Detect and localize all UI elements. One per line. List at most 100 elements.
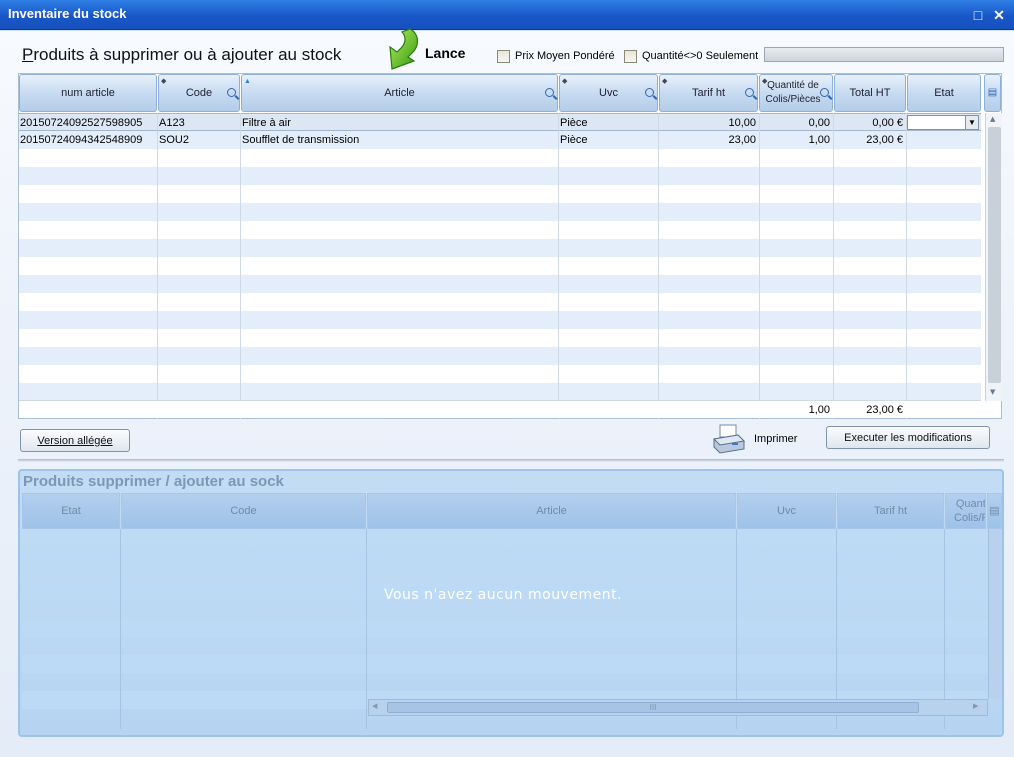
scroll-grip: III (649, 703, 657, 712)
col-header-code[interactable]: ◆ Code (158, 74, 240, 112)
etat-dropdown[interactable]: ▼ (907, 114, 981, 130)
movements-panel: Produits supprimer / ajouter au sock Eta… (18, 469, 1004, 737)
vertical-scrollbar[interactable]: ▲ ▼ (985, 113, 1002, 401)
table-row-background (19, 149, 981, 167)
table-row-background (19, 347, 981, 365)
close-button[interactable]: ✕ (991, 7, 1007, 23)
executer-button[interactable]: Executer les modifications (826, 426, 990, 449)
footer-qty-total: 1,00 (808, 404, 830, 416)
window-titlebar: Inventaire du stock □ ✕ (0, 0, 1014, 30)
panel-col-etat[interactable]: Etat (22, 493, 120, 529)
table-row[interactable]: 20150724092527598905 A123 Filtre à air P… (19, 113, 981, 131)
table-footer: 1,00 23,00 € (19, 400, 981, 418)
search-icon[interactable] (745, 88, 754, 97)
panel-row-background (22, 673, 988, 691)
qty-nonzero-checkbox-label: Quantité<>0 Seulement (642, 50, 759, 62)
scroll-thumb[interactable]: III (387, 702, 919, 713)
cell-total-ht: 23,00 € (866, 134, 903, 146)
panel-column-settings-icon[interactable]: ▤ (987, 493, 1002, 529)
divider (658, 113, 659, 419)
version-allegee-button[interactable]: Version allégée (20, 429, 130, 452)
panel-row-background (22, 547, 988, 565)
cell-code: A123 (159, 117, 185, 129)
scroll-down-icon[interactable]: ▼ (990, 388, 995, 396)
table-row-background (19, 293, 981, 311)
maximize-button[interactable]: □ (970, 7, 986, 23)
panel-title: Produits supprimer / ajouter au sock (23, 473, 284, 490)
table-row-background (19, 275, 981, 293)
search-icon[interactable] (820, 88, 829, 97)
executer-label: Executer les modifications (844, 431, 972, 444)
table-row-background (19, 383, 981, 401)
panel-col-quantite[interactable]: Quantité de Colis/Pièces (945, 493, 986, 529)
sort-icon: ◆ (562, 78, 568, 85)
divider (157, 113, 158, 419)
cell-uvc: Pièce (560, 134, 588, 146)
qty-nonzero-checkbox[interactable] (624, 50, 637, 63)
cell-num-article: 20150724092527598905 (20, 117, 143, 129)
scroll-right-icon[interactable]: ▶ (973, 702, 978, 710)
table-row-background (19, 221, 981, 239)
col-header-article[interactable]: ▲ Article (241, 74, 558, 112)
column-settings-icon[interactable]: ▤ (984, 74, 1001, 112)
col-header-etat[interactable]: Etat (907, 74, 981, 112)
panel-col-tarif[interactable]: Tarif ht (837, 493, 944, 529)
lance-arrow-icon[interactable] (380, 27, 422, 71)
cell-quantite: 1,00 (808, 134, 830, 146)
col-header-tarif-ht[interactable]: ◆ Tarif ht (659, 74, 758, 112)
cell-code: SOU2 (159, 134, 189, 146)
sort-asc-icon: ▲ (244, 78, 251, 85)
divider (366, 529, 367, 729)
footer-total-ht: 23,00 € (866, 404, 903, 416)
scroll-left-icon[interactable]: ◀ (372, 702, 377, 710)
col-header-total-ht[interactable]: Total HT (834, 74, 906, 112)
cell-article: Soufflet de transmission (242, 134, 360, 146)
lance-label[interactable]: Lance (425, 45, 465, 61)
panel-col-code[interactable]: Code (121, 493, 366, 529)
scroll-thumb[interactable] (988, 127, 1001, 383)
splitter[interactable] (18, 459, 1004, 462)
imprimer-link[interactable]: Imprimer (754, 433, 797, 445)
panel-row-background (22, 637, 988, 655)
panel-vertical-scrollbar[interactable] (988, 529, 1002, 699)
cell-tarif-ht: 10,00 (728, 117, 756, 129)
table-row-background (19, 239, 981, 257)
table-row-background (19, 365, 981, 383)
cell-article: Filtre à air (242, 117, 291, 129)
divider (240, 113, 241, 419)
horizontal-scrollbar[interactable]: ◀ III ▶ (368, 699, 988, 716)
table-row-background (19, 329, 981, 347)
panel-row-background (22, 565, 988, 583)
panel-col-uvc[interactable]: Uvc (737, 493, 836, 529)
panel-row-background (22, 655, 988, 673)
cell-tarif-ht: 23,00 (728, 134, 756, 146)
search-icon[interactable] (545, 88, 554, 97)
col-header-uvc[interactable]: ◆ Uvc (559, 74, 658, 112)
divider (120, 529, 121, 729)
sort-icon: ◆ (161, 78, 167, 85)
printer-icon[interactable] (712, 423, 746, 455)
panel-col-article[interactable]: Article (367, 493, 736, 529)
table-row[interactable]: 20150724094342548909 SOU2 Soufflet de tr… (19, 131, 981, 149)
chevron-down-icon[interactable]: ▼ (965, 116, 978, 129)
divider (906, 113, 907, 419)
page-title: Produits à supprimer ou à ajouter au sto… (22, 45, 342, 64)
col-header-quantite[interactable]: ◆ Quantité de Colis/Pièces (759, 74, 833, 112)
search-icon[interactable] (227, 88, 236, 97)
window-title: Inventaire du stock (8, 6, 127, 21)
panel-row-background (22, 619, 988, 637)
scroll-up-icon[interactable]: ▲ (990, 115, 995, 123)
cell-uvc: Pièce (560, 117, 588, 129)
sort-icon: ◆ (762, 78, 768, 85)
cell-quantite: 0,00 (808, 117, 830, 129)
divider (759, 113, 760, 419)
search-icon[interactable] (645, 88, 654, 97)
table-row-background (19, 257, 981, 275)
col-header-num-article[interactable]: num article (19, 74, 157, 112)
pmp-checkbox[interactable] (497, 50, 510, 63)
table-row-background (19, 311, 981, 329)
panel-row-background (22, 601, 988, 619)
version-allegee-label: Version allégée (37, 434, 113, 447)
products-table: num article ◆ Code ▲ Article ◆ Uvc ◆ Tarif h… (18, 73, 1002, 419)
table-row-background (19, 203, 981, 221)
